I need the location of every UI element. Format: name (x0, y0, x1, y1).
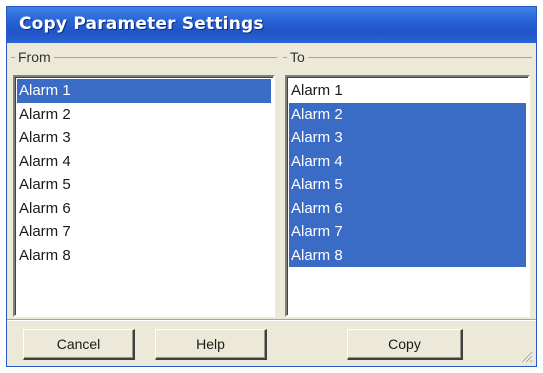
button-bar-separator (7, 319, 536, 321)
cancel-button[interactable]: Cancel (23, 329, 135, 360)
from-group-label: From (15, 49, 54, 65)
to-list-item[interactable]: Alarm 3 (289, 126, 526, 150)
to-list-item[interactable]: Alarm 7 (289, 220, 526, 244)
copy-parameter-settings-dialog: Copy Parameter Settings From Alarm 1 Alar… (6, 6, 537, 367)
to-listbox[interactable]: Alarm 1 Alarm 2 Alarm 3 Alarm 4 Alarm 5 Alarm… (285, 75, 530, 317)
to-group: To Alarm 1 Alarm 2 Alarm 3 Alarm 4 Alarm 5 Al… (283, 49, 532, 319)
from-list-item[interactable]: Alarm 6 (17, 197, 271, 221)
to-list-item[interactable]: Alarm 8 (289, 243, 526, 267)
dialog-title: Copy Parameter Settings (19, 14, 264, 34)
from-list-item[interactable]: Alarm 5 (17, 173, 271, 197)
to-list-item[interactable]: Alarm 5 (289, 173, 526, 197)
resize-grip-icon[interactable] (519, 349, 533, 363)
from-group: From Alarm 1 Alarm 2 Alarm 3 Alarm 4 Alarm 5… (11, 49, 277, 319)
to-group-label: To (287, 49, 308, 65)
from-list-item[interactable]: Alarm 7 (17, 220, 271, 244)
to-list-item[interactable]: Alarm 2 (289, 102, 526, 126)
help-button[interactable]: Help (155, 329, 267, 360)
to-list-item[interactable]: Alarm 4 (289, 149, 526, 173)
from-list-item[interactable]: Alarm 8 (17, 244, 271, 268)
title-bar[interactable]: Copy Parameter Settings (7, 7, 536, 43)
from-list-item[interactable]: Alarm 2 (17, 103, 271, 127)
from-list-item[interactable]: Alarm 3 (17, 126, 271, 150)
to-list-item[interactable]: Alarm 1 (289, 79, 526, 103)
from-listbox[interactable]: Alarm 1 Alarm 2 Alarm 3 Alarm 4 Alarm 5 Alarm… (13, 75, 275, 317)
from-list-item[interactable]: Alarm 4 (17, 150, 271, 174)
to-list-item[interactable]: Alarm 6 (289, 196, 526, 220)
copy-button[interactable]: Copy (347, 329, 463, 360)
from-list-item[interactable]: Alarm 1 (17, 79, 271, 103)
to-group-border (283, 57, 532, 58)
